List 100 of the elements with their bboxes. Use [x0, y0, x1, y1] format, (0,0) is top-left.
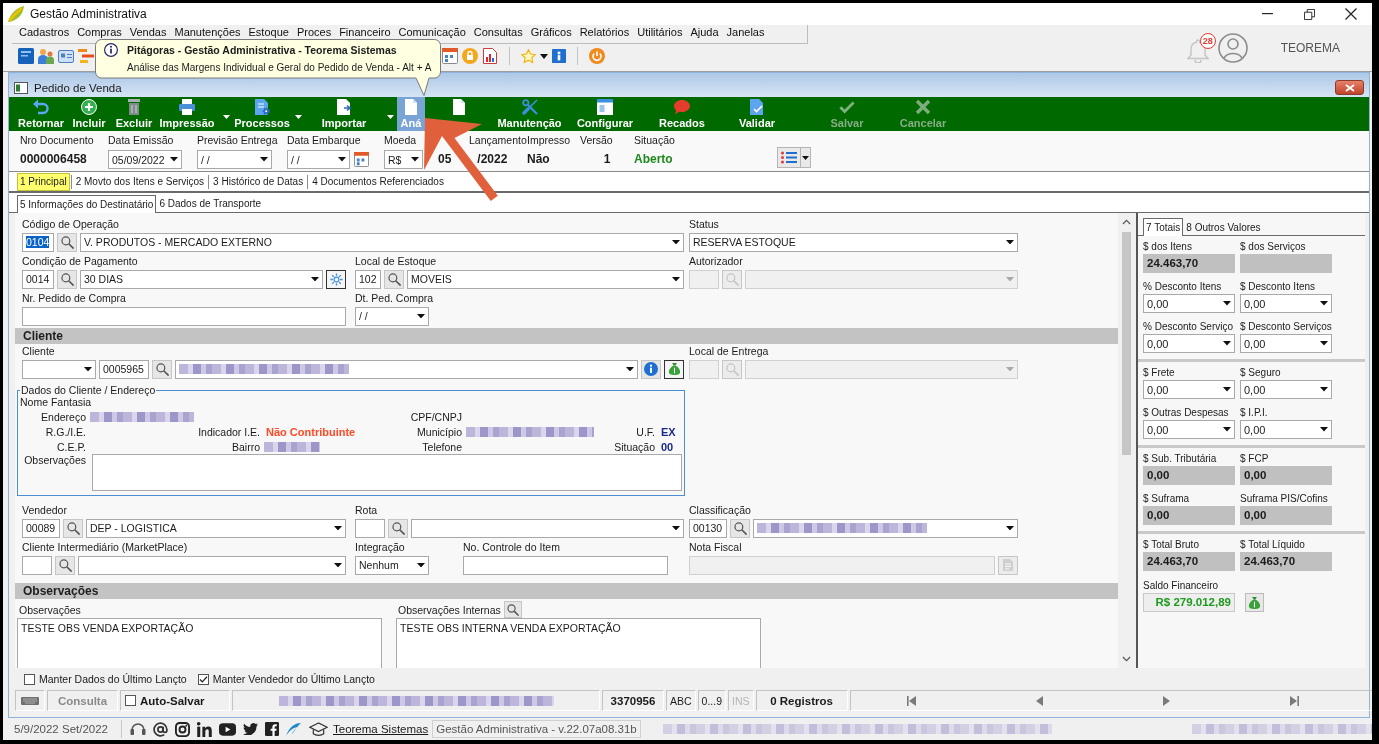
text-field[interactable] [463, 555, 668, 575]
calendar-icon[interactable] [442, 48, 458, 64]
menu-item[interactable]: Financeiro [335, 26, 395, 39]
info-square-icon[interactable] [552, 49, 566, 63]
tab[interactable]: 4 Documentos Referenciados [309, 172, 447, 191]
dropdown-field[interactable] [411, 518, 684, 538]
toolbar-button[interactable]: Impressão [155, 97, 233, 131]
menu-item[interactable]: Cadastros [15, 26, 74, 39]
dropdown-field[interactable]: V. PRODUTOS - MERCADO EXTERNO [80, 232, 684, 252]
people-icon[interactable] [38, 48, 54, 64]
scrollbar-thumb[interactable] [1121, 232, 1131, 455]
code-field[interactable]: 0005965 [99, 359, 149, 379]
menu-item[interactable]: Comunicação [394, 26, 470, 39]
dropdown-field[interactable]: DEP - LOGISTICA [86, 518, 346, 538]
toolbar-button[interactable]: Validar [720, 97, 794, 131]
bars-icon[interactable] [78, 49, 94, 63]
toolbar-button[interactable]: Excluir [113, 97, 155, 131]
code-field[interactable] [355, 518, 385, 538]
notes-field[interactable]: TESTE OBS VENDA EXPORTAÇÃO [17, 618, 382, 668]
card-icon[interactable] [58, 49, 74, 63]
amount-field[interactable]: 0,00 [1143, 334, 1235, 353]
notes-field[interactable] [92, 454, 682, 491]
twitter-icon[interactable] [243, 723, 258, 735]
star-icon[interactable] [521, 48, 536, 64]
dropdown-field[interactable]: / / [287, 150, 350, 169]
menu-item[interactable]: Proces [292, 26, 336, 39]
toolbar-button[interactable]: Recados [644, 97, 720, 131]
linkedin-icon[interactable] [197, 721, 212, 737]
amount-field[interactable]: 0,00 [1240, 294, 1332, 313]
search-button[interactable] [388, 518, 408, 538]
website-link[interactable]: Teorema Sistemas [333, 723, 429, 735]
next-icon[interactable] [1162, 695, 1170, 706]
settings-button[interactable] [326, 269, 346, 289]
menu-item[interactable]: Vendas [125, 26, 171, 39]
calendar-icon[interactable] [354, 152, 369, 167]
dropdown-field[interactable]: / / [355, 306, 429, 326]
dropdown-field[interactable]: 05/09/2022 [108, 150, 182, 169]
code-field[interactable]: 102 [355, 269, 381, 289]
code-field[interactable]: 00089 [22, 518, 60, 538]
tab[interactable]: 6 Dados de Transporte [156, 195, 265, 212]
facebook-icon[interactable] [265, 722, 279, 736]
swoosh-icon[interactable] [286, 722, 301, 736]
code-field[interactable]: 00130 [689, 518, 727, 538]
dropdown-field[interactable]: Nenhum [355, 555, 429, 575]
amount-field[interactable]: 0,00 [1143, 380, 1235, 399]
chevron-down-icon[interactable] [1121, 656, 1131, 662]
search-button[interactable] [730, 518, 750, 538]
toolbar-button[interactable]: Incluir [65, 97, 113, 131]
toolbar-button[interactable]: Manutenção [493, 97, 566, 131]
tab[interactable]: 3 Histórico de Datas [210, 172, 307, 191]
menu-item[interactable]: Manutenções [170, 26, 245, 39]
menu-item[interactable]: Janelas [722, 26, 769, 39]
dropdown-field[interactable] [78, 555, 346, 575]
user-icon[interactable] [1217, 33, 1248, 63]
dropdown-field[interactable] [22, 359, 96, 379]
info-button[interactable] [641, 359, 661, 379]
menu-item[interactable]: Utilitários [633, 26, 687, 39]
at-sign-icon[interactable] [153, 721, 168, 737]
amount-field[interactable]: 0,00 [1240, 420, 1332, 439]
amount-field[interactable]: 0,00 [1240, 334, 1332, 353]
last-icon[interactable] [1289, 695, 1299, 706]
search-button[interactable] [63, 518, 83, 538]
list-view-button[interactable] [777, 147, 811, 168]
tab[interactable]: 2 Movto dos Itens e Serviços [72, 172, 208, 191]
first-icon[interactable] [906, 695, 916, 706]
menu-item[interactable]: Gráficos [526, 26, 576, 39]
menu-item[interactable]: Estoque [244, 26, 293, 39]
search-button[interactable] [152, 359, 172, 379]
dropdown-field[interactable] [175, 359, 638, 379]
dropdown-field[interactable]: 30 DIAS [80, 269, 323, 289]
text-field[interactable] [22, 306, 346, 326]
search-button[interactable] [384, 269, 404, 289]
note-icon[interactable] [18, 48, 34, 64]
previous-icon[interactable] [1035, 695, 1043, 706]
document-chart-icon[interactable] [482, 48, 498, 64]
toolbar-button[interactable]: Processos [233, 97, 305, 131]
tab[interactable]: 8 Outros Valores [1183, 218, 1264, 235]
menu-item[interactable]: Ajuda [686, 26, 723, 39]
toolbar-button[interactable]: Importar [305, 97, 397, 131]
amount-field[interactable]: 0,00 [1143, 294, 1235, 313]
money-bag-button[interactable] [664, 359, 684, 379]
menu-item[interactable]: Compras [73, 26, 126, 39]
youtube-icon[interactable] [219, 722, 236, 736]
dropdown-field[interactable]: RESERVA ESTOQUE [689, 232, 1018, 252]
code-field[interactable]: 0104 [22, 232, 54, 252]
close-button[interactable] [1335, 80, 1364, 95]
notes-field[interactable]: TESTE OBS INTERNA VENDA EXPORTAÇÃO [396, 618, 761, 668]
dropdown-field[interactable]: / / [197, 150, 272, 169]
search-button[interactable] [57, 232, 77, 252]
dropdown-field[interactable] [753, 518, 1018, 538]
menu-item[interactable]: Relatórios [575, 26, 634, 39]
checkbox[interactable] [197, 673, 209, 685]
search-button[interactable] [55, 555, 75, 575]
dropdown-field[interactable]: MOVEIS [407, 269, 684, 289]
chevron-up-icon[interactable] [1121, 219, 1131, 225]
checkbox[interactable] [24, 673, 35, 685]
tab[interactable]: 5 Informações do Destinatário [17, 195, 157, 213]
caret-icon[interactable] [540, 53, 548, 59]
tab[interactable]: 7 Totais [1143, 218, 1184, 236]
checkbox[interactable] [125, 695, 136, 706]
